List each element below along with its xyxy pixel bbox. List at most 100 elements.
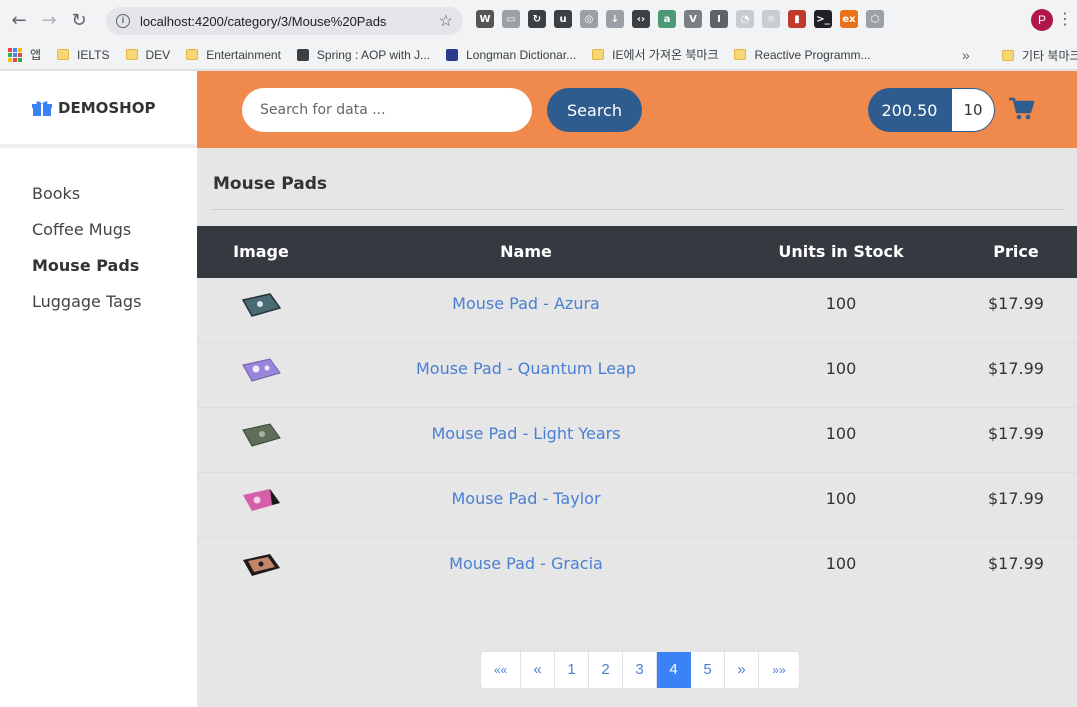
product-stock: 100 bbox=[825, 554, 857, 573]
page-prev-button[interactable]: « bbox=[521, 652, 555, 688]
sidebar-item-coffee-mugs[interactable]: Coffee Mugs bbox=[0, 221, 197, 257]
product-name-link[interactable]: Mouse Pad - Taylor bbox=[325, 473, 727, 525]
bookmarks-bar: 앱 IELTS DEV Entertainment Spring : AOP w… bbox=[0, 40, 1077, 70]
product-price: $17.99 bbox=[988, 424, 1044, 443]
page-first-button[interactable]: «« bbox=[481, 652, 521, 688]
site-icon bbox=[446, 48, 459, 61]
sync-extension-icon[interactable]: ↻ bbox=[528, 10, 546, 28]
product-name-link[interactable]: Mouse Pad - Quantum Leap bbox=[325, 343, 727, 395]
product-name-link[interactable]: Mouse Pad - Azura bbox=[325, 278, 727, 330]
page-title: Mouse Pads bbox=[213, 174, 328, 194]
page-last-button[interactable]: »» bbox=[759, 652, 799, 688]
product-thumbnail[interactable] bbox=[240, 552, 282, 578]
sidebar-item-luggage-tags[interactable]: Luggage Tags bbox=[0, 293, 197, 329]
extensions-bar: W ▭ ↻ u ◎ ↓ ‹› a V I ◔ ⚛ ▮ >_ ex ⬡ bbox=[476, 10, 884, 28]
bookmark-ielts[interactable]: IELTS bbox=[49, 40, 117, 70]
bookmark-entertainment[interactable]: Entertainment bbox=[178, 40, 289, 70]
product-image-cell bbox=[197, 538, 325, 590]
bookmarks-overflow-icon[interactable]: » bbox=[962, 40, 970, 70]
bookmark-label: 앱 bbox=[30, 48, 42, 62]
book-extension-icon[interactable]: ▮ bbox=[788, 10, 806, 28]
bookmark-reactive[interactable]: Reactive Programm... bbox=[726, 40, 878, 70]
table-row: Mouse Pad - Azura 100 $17.99 bbox=[197, 278, 1077, 343]
page-4-button[interactable]: 4 bbox=[657, 652, 691, 688]
browser-toolbar: ← → ↻ i localhost:4200/category/3/Mouse%… bbox=[0, 0, 1077, 40]
page-1-button[interactable]: 1 bbox=[555, 652, 589, 688]
forward-arrow-icon[interactable]: → bbox=[34, 5, 64, 35]
folder-icon bbox=[186, 49, 199, 60]
product-stock: 100 bbox=[825, 489, 857, 508]
product-price: $17.99 bbox=[988, 294, 1044, 313]
product-name-link[interactable]: Mouse Pad - Gracia bbox=[325, 538, 727, 590]
folder-icon bbox=[592, 49, 605, 60]
info-extension-icon[interactable]: I bbox=[710, 10, 728, 28]
search-input[interactable] bbox=[242, 88, 532, 132]
page-next-button[interactable]: » bbox=[725, 652, 759, 688]
product-price: $17.99 bbox=[988, 554, 1044, 573]
reload-icon[interactable]: ↻ bbox=[64, 5, 94, 35]
product-thumbnail[interactable] bbox=[240, 357, 282, 383]
shopping-cart-icon[interactable] bbox=[1009, 97, 1035, 121]
product-name-link[interactable]: Mouse Pad - Light Years bbox=[325, 408, 727, 460]
table-row: Mouse Pad - Gracia 100 $17.99 bbox=[197, 538, 1077, 603]
bookmark-label: IELTS bbox=[77, 47, 110, 62]
ex-extension-icon[interactable]: ex bbox=[840, 10, 858, 28]
product-image-cell bbox=[197, 408, 325, 460]
title-divider bbox=[212, 209, 1064, 210]
product-thumbnail[interactable] bbox=[240, 292, 282, 318]
grammarly-extension-icon[interactable]: a bbox=[658, 10, 676, 28]
main-content: Mouse Pads Image Name Units in Stock Pri… bbox=[197, 148, 1077, 707]
screen-extension-icon[interactable]: ▭ bbox=[502, 10, 520, 28]
bookmark-star-icon[interactable]: ☆ bbox=[439, 11, 453, 31]
bookmark-label: Longman Dictionar... bbox=[466, 47, 577, 62]
product-price: $17.99 bbox=[988, 359, 1044, 378]
column-header-price: Price bbox=[993, 242, 1039, 261]
brand-name: DEMOSHOP bbox=[58, 98, 156, 117]
browser-menu-icon[interactable]: ⋮ bbox=[1057, 10, 1073, 28]
bookmark-label: Spring : AOP with J... bbox=[316, 47, 431, 62]
back-arrow-icon[interactable]: ← bbox=[4, 5, 34, 35]
sidebar-item-mouse-pads[interactable]: Mouse Pads bbox=[0, 257, 197, 293]
table-row: Mouse Pad - Light Years 100 $17.99 bbox=[197, 408, 1077, 473]
cube-extension-icon[interactable]: ⬡ bbox=[866, 10, 884, 28]
ublock-extension-icon[interactable]: u bbox=[554, 10, 572, 28]
site-icon bbox=[296, 48, 309, 61]
product-image-cell bbox=[197, 278, 325, 330]
timer-extension-icon[interactable]: ◔ bbox=[736, 10, 754, 28]
bookmark-longman[interactable]: Longman Dictionar... bbox=[438, 40, 584, 70]
brand-logo[interactable]: DEMOSHOP bbox=[0, 71, 197, 148]
bookmark-label: DEV bbox=[145, 47, 171, 62]
folder-icon bbox=[1002, 49, 1014, 61]
search-button[interactable]: Search bbox=[547, 88, 642, 132]
bookmark-other[interactable]: 기타 북마크 bbox=[994, 40, 1077, 70]
column-header-stock: Units in Stock bbox=[778, 242, 904, 261]
wordpress-extension-icon[interactable]: W bbox=[476, 10, 494, 28]
vue-extension-icon[interactable]: V bbox=[684, 10, 702, 28]
bookmark-ie-imported[interactable]: IE에서 가져온 북마크 bbox=[584, 40, 726, 70]
terminal-extension-icon[interactable]: >_ bbox=[814, 10, 832, 28]
column-header-image: Image bbox=[233, 242, 289, 261]
globe-extension-icon[interactable]: ◎ bbox=[580, 10, 598, 28]
page-5-button[interactable]: 5 bbox=[691, 652, 725, 688]
product-thumbnail[interactable] bbox=[240, 422, 282, 448]
code-extension-icon[interactable]: ‹› bbox=[632, 10, 650, 28]
sidebar: DEMOSHOP Books Coffee Mugs Mouse Pads Lu… bbox=[0, 71, 197, 707]
profile-avatar[interactable]: P bbox=[1031, 9, 1053, 31]
sidebar-item-books[interactable]: Books bbox=[0, 185, 197, 221]
bookmark-spring-aop[interactable]: Spring : AOP with J... bbox=[289, 40, 438, 70]
bookmark-apps[interactable]: 앱 bbox=[0, 40, 49, 70]
product-image-cell bbox=[197, 473, 325, 525]
bookmark-dev[interactable]: DEV bbox=[118, 40, 179, 70]
product-thumbnail[interactable] bbox=[240, 487, 282, 513]
app-header: Search 200.50 10 bbox=[197, 71, 1077, 148]
apps-icon bbox=[8, 47, 22, 62]
page-2-button[interactable]: 2 bbox=[589, 652, 623, 688]
product-stock: 100 bbox=[825, 294, 857, 313]
react-extension-icon[interactable]: ⚛ bbox=[762, 10, 780, 28]
download-extension-icon[interactable]: ↓ bbox=[606, 10, 624, 28]
bookmark-label: Entertainment bbox=[206, 47, 281, 62]
bookmark-label: IE에서 가져온 북마크 bbox=[612, 48, 719, 62]
address-bar[interactable]: i localhost:4200/category/3/Mouse%20Pads… bbox=[106, 7, 463, 35]
page-3-button[interactable]: 3 bbox=[623, 652, 657, 688]
site-info-icon[interactable]: i bbox=[116, 14, 130, 28]
